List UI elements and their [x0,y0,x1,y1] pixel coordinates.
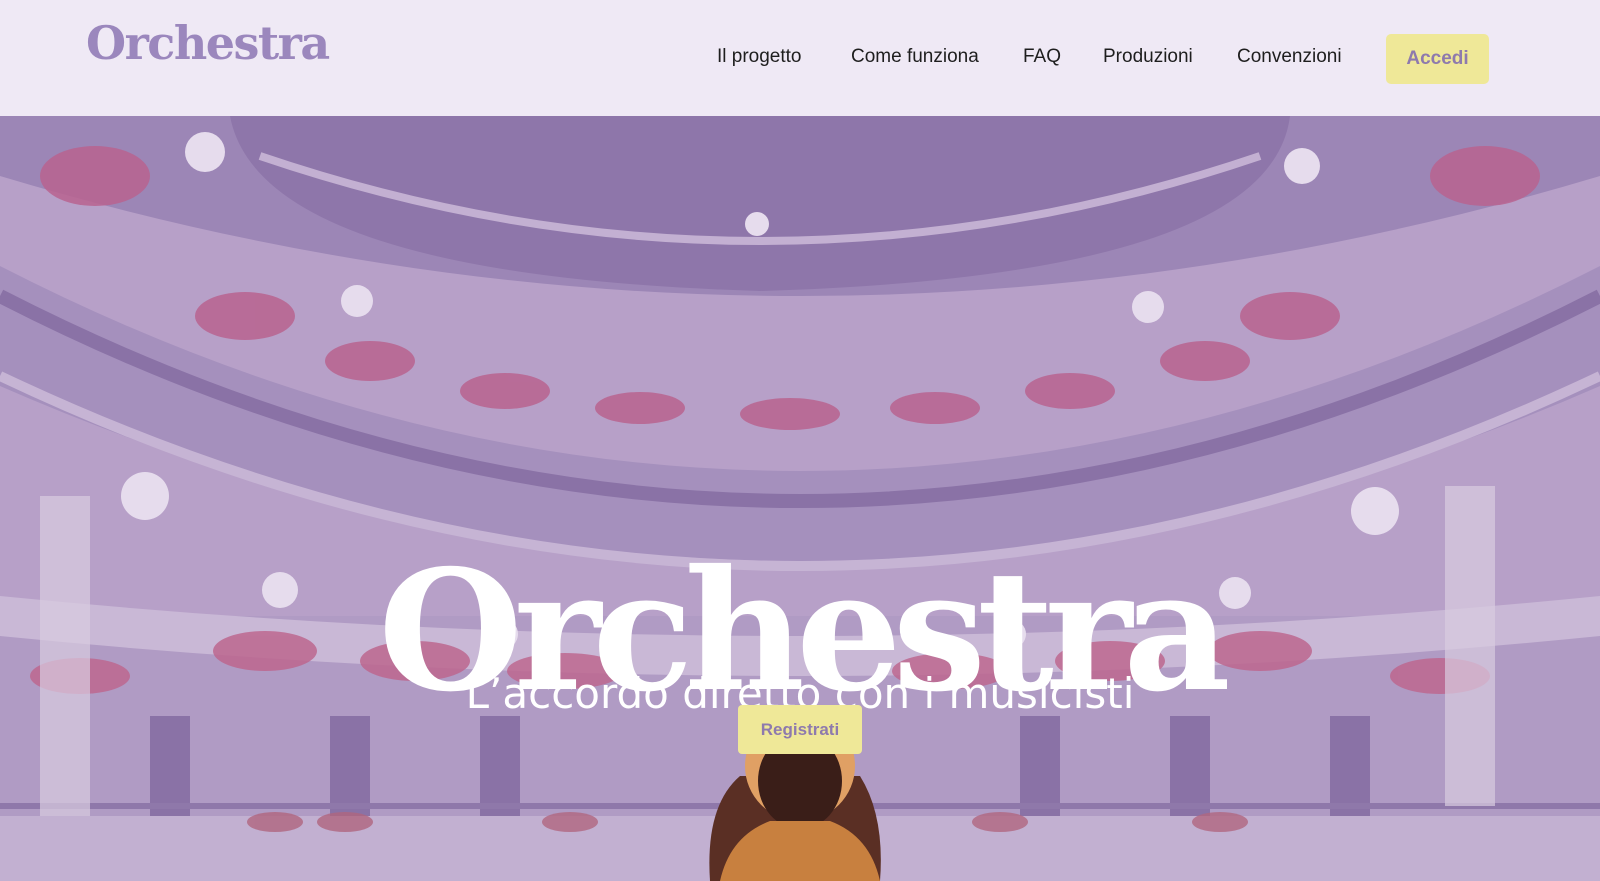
hero-section: Orchestra L’accordo diretto con i musici… [0,116,1600,881]
theater-background-image [0,116,1600,881]
main-nav: Il progetto Come funziona FAQ Produzioni… [0,0,1600,116]
nav-link-come-funziona[interactable]: Come funziona [851,45,979,69]
nav-link-convenzioni[interactable]: Convenzioni [1237,45,1342,69]
nav-link-faq[interactable]: FAQ [1023,45,1061,69]
site-header: Orchestra Il progetto Come funziona FAQ … [0,0,1600,116]
nav-link-il-progetto[interactable]: Il progetto [717,45,802,69]
nav-link-produzioni[interactable]: Produzioni [1103,45,1193,69]
register-button[interactable]: Registrati [738,705,862,754]
login-button[interactable]: Accedi [1386,34,1489,84]
